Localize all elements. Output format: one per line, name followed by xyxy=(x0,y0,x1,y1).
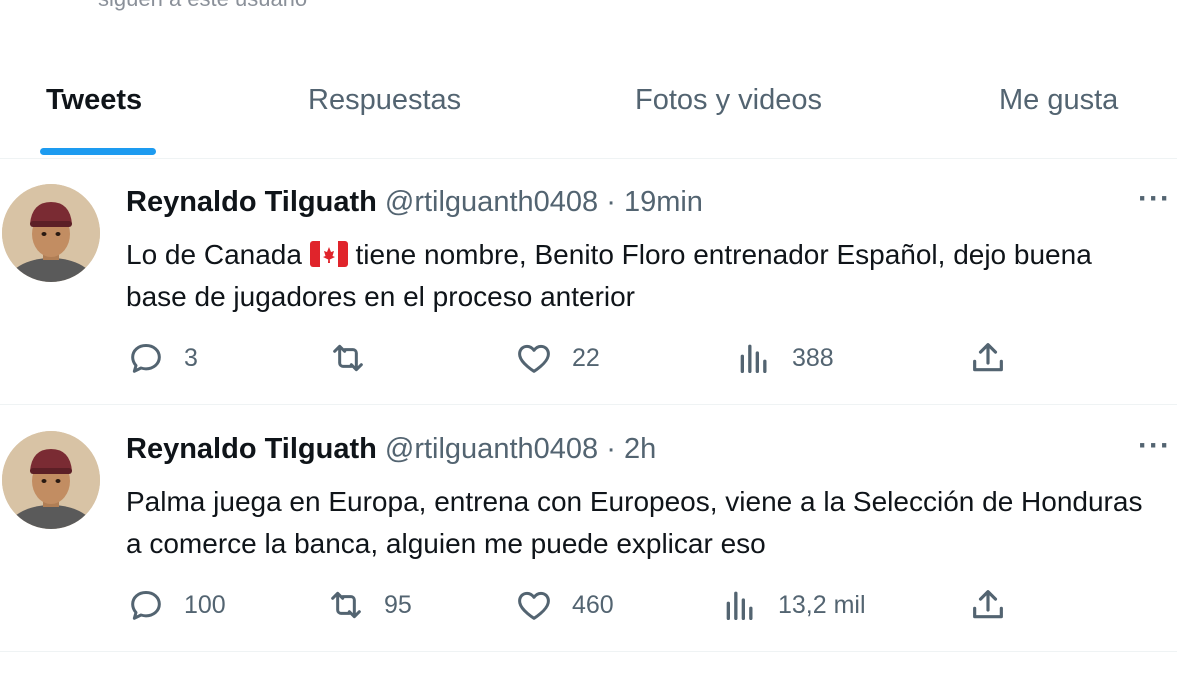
reply-button[interactable]: 3 xyxy=(126,338,198,378)
profile-tabs: Tweets Respuestas Fotos y videos Me gust… xyxy=(0,64,1177,159)
more-options-icon[interactable]: ··· xyxy=(1138,429,1171,463)
avatar[interactable] xyxy=(2,431,100,529)
like-count: 22 xyxy=(572,343,600,372)
tweet[interactable]: Reynaldo Tilguath @rtilguanth0408 · 2h ·… xyxy=(0,405,1177,652)
tab-me-gusta[interactable]: Me gusta xyxy=(999,84,1118,117)
tweet-header: Reynaldo Tilguath @rtilguanth0408 · 2h xyxy=(126,433,656,466)
views-chart-icon xyxy=(726,591,753,620)
like-count: 460 xyxy=(572,590,614,619)
tweet-time[interactable]: 2h xyxy=(624,433,656,465)
reply-count: 100 xyxy=(184,590,226,619)
tweet-time[interactable]: 19min xyxy=(624,186,703,218)
reply-button[interactable]: 100 xyxy=(126,585,226,625)
like-button[interactable]: 22 xyxy=(514,338,600,378)
tweet[interactable]: Reynaldo Tilguath @rtilguanth0408 · 19mi… xyxy=(0,158,1177,405)
share-button[interactable] xyxy=(968,585,1008,625)
views-chart-icon xyxy=(740,344,767,373)
reply-icon xyxy=(131,591,161,620)
canada-flag-icon xyxy=(309,241,348,267)
tab-tweets[interactable]: Tweets xyxy=(46,84,142,117)
views-button[interactable]: 13,2 mil xyxy=(720,585,866,625)
tweet-text: Palma juega en Europa, entrena con Europ… xyxy=(126,486,1143,559)
retweet-icon xyxy=(331,591,361,619)
author-handle[interactable]: @rtilguanth0408 xyxy=(385,433,598,465)
tweet-header: Reynaldo Tilguath @rtilguanth0408 · 19mi… xyxy=(126,186,703,219)
retweet-icon xyxy=(333,344,363,372)
tweet-text: Lo de Canada tiene nombre, Benito Floro … xyxy=(126,234,1156,318)
avatar-photo xyxy=(2,184,100,282)
tweet-text-part: Lo de Canada xyxy=(126,239,302,270)
heart-icon xyxy=(518,344,550,373)
separator-dot: · xyxy=(606,433,616,465)
separator-dot: · xyxy=(606,186,616,218)
reply-count: 3 xyxy=(184,343,198,372)
reply-icon xyxy=(131,344,161,373)
views-button[interactable]: 388 xyxy=(734,338,834,378)
like-button[interactable]: 460 xyxy=(514,585,614,625)
author-name[interactable]: Reynaldo Tilguath xyxy=(126,186,377,218)
retweet-button[interactable]: 95 xyxy=(326,585,412,625)
heart-icon xyxy=(518,591,550,620)
avatar[interactable] xyxy=(2,184,100,282)
followers-note: siguen a este usuario xyxy=(98,0,307,12)
share-icon xyxy=(973,590,1003,619)
share-icon xyxy=(973,343,1003,372)
views-count: 388 xyxy=(792,343,834,372)
tab-fotos-y-videos[interactable]: Fotos y videos xyxy=(635,84,822,117)
more-options-icon[interactable]: ··· xyxy=(1138,182,1171,216)
retweet-count: 95 xyxy=(384,590,412,619)
avatar-photo xyxy=(2,431,100,529)
views-count: 13,2 mil xyxy=(778,590,866,619)
author-name[interactable]: Reynaldo Tilguath xyxy=(126,433,377,465)
active-tab-indicator xyxy=(40,148,156,155)
retweet-button[interactable] xyxy=(328,338,386,378)
tab-respuestas[interactable]: Respuestas xyxy=(308,84,461,117)
share-button[interactable] xyxy=(968,338,1008,378)
author-handle[interactable]: @rtilguanth0408 xyxy=(385,186,598,218)
